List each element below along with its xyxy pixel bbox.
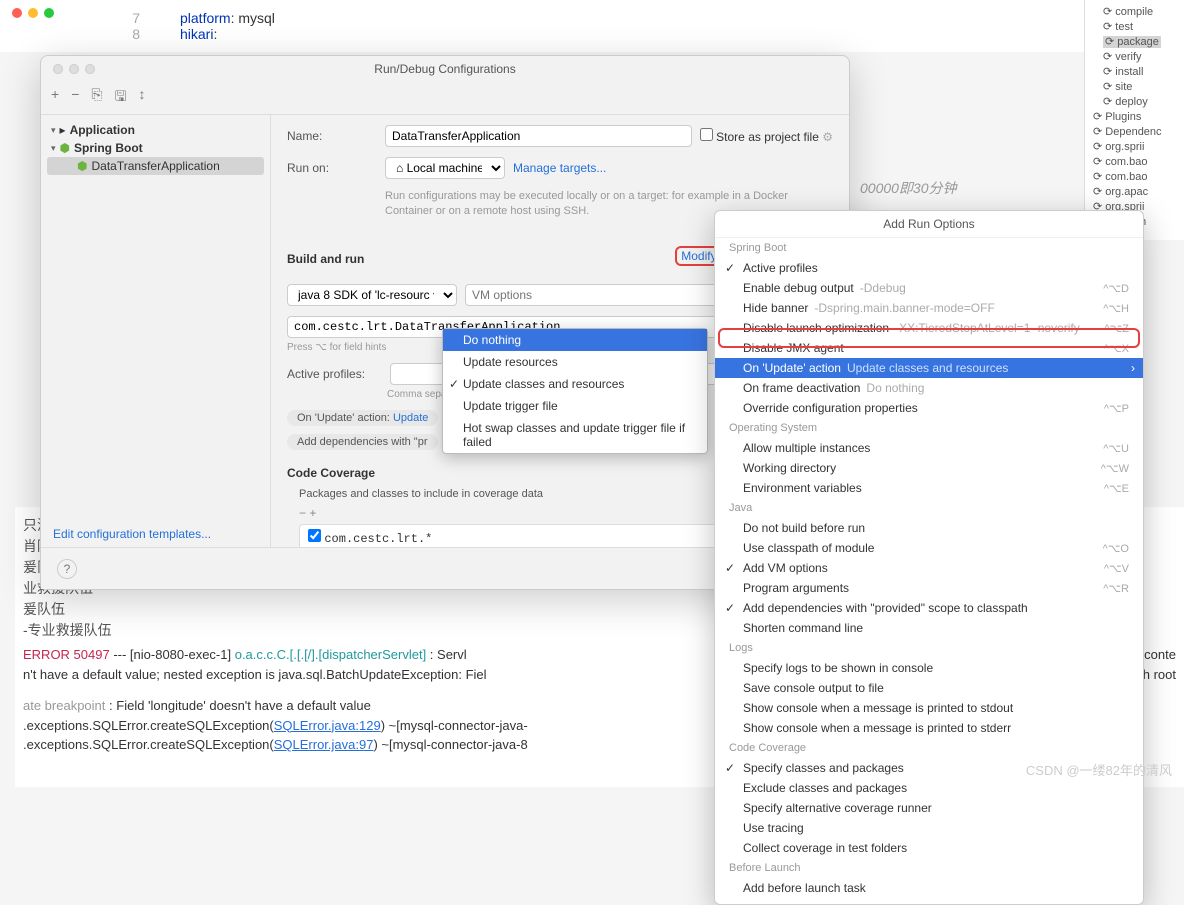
add-icon[interactable]: +: [51, 86, 59, 110]
option-item[interactable]: Specify alternative coverage runner: [715, 798, 1143, 818]
dropdown-item[interactable]: ✓Update classes and resources: [443, 373, 707, 395]
copy-icon[interactable]: ⎘: [91, 86, 102, 110]
option-item[interactable]: Collect coverage in test folders: [715, 838, 1143, 858]
maven-tree-item[interactable]: ⟳ deploy: [1089, 94, 1180, 109]
code-editor: 7platform: mysql 8hikari:: [0, 0, 1184, 52]
option-item[interactable]: ✓Add VM options^⌥V: [715, 558, 1143, 578]
option-item[interactable]: Save console output to file: [715, 678, 1143, 698]
section-label: Before Launch: [715, 858, 1143, 878]
add-deps-pill[interactable]: Add dependencies with "pr: [287, 434, 438, 450]
save-icon[interactable]: 🖫: [115, 86, 127, 110]
section-label: Operating System: [715, 418, 1143, 438]
option-item[interactable]: Environment variables^⌥E: [715, 478, 1143, 498]
option-item[interactable]: ✓Add dependencies with "provided" scope …: [715, 598, 1143, 618]
expand-icon[interactable]: ↕: [139, 86, 146, 110]
option-item[interactable]: Program arguments^⌥R: [715, 578, 1143, 598]
maven-tree-item[interactable]: ⟳ compile: [1089, 4, 1180, 19]
dialog-title: Run/Debug Configurations: [41, 62, 849, 76]
add-icon[interactable]: +: [309, 506, 316, 520]
bg-timeout-text: 00000即30分钟: [860, 178, 957, 198]
folder-icon: ▸: [60, 123, 66, 137]
remove-icon[interactable]: −: [299, 506, 306, 520]
maven-tree-item[interactable]: ⟳ org.apac: [1089, 184, 1180, 199]
option-item[interactable]: Disable JMX agent^⌥X: [715, 338, 1143, 358]
option-item[interactable]: Use tracing: [715, 818, 1143, 838]
option-item[interactable]: Override configuration properties^⌥P: [715, 398, 1143, 418]
section-label: Logs: [715, 638, 1143, 658]
maven-tree-item[interactable]: ⟳ install: [1089, 64, 1180, 79]
option-item[interactable]: Disable launch optimization-XX:TieredSto…: [715, 318, 1143, 338]
gear-icon[interactable]: ⚙: [822, 130, 833, 144]
option-item[interactable]: Allow multiple instances^⌥U: [715, 438, 1143, 458]
runon-label: Run on:: [287, 161, 377, 175]
maven-tree-item[interactable]: ⟳ site: [1089, 79, 1180, 94]
maven-tree-item[interactable]: ⟳ org.sprii: [1089, 139, 1180, 154]
option-item[interactable]: Show console when a message is printed t…: [715, 698, 1143, 718]
watermark: CSDN @一缕82年的清风: [1026, 760, 1172, 779]
maven-tree-item[interactable]: ⟳ package: [1089, 34, 1180, 49]
build-section-title: Build and run: [287, 252, 364, 266]
section-label: Java: [715, 498, 1143, 518]
spring-icon: ⬢: [60, 141, 70, 155]
maven-tree-item[interactable]: ⟳ test: [1089, 19, 1180, 34]
dropdown-item[interactable]: Hot swap classes and update trigger file…: [443, 417, 707, 453]
remove-icon[interactable]: −: [71, 86, 79, 110]
option-item[interactable]: Shorten command line: [715, 618, 1143, 638]
dropdown-item[interactable]: Update resources: [443, 351, 707, 373]
config-tree[interactable]: ▾ ▸ Application ▾ ⬢ Spring Boot ⬢ DataTr…: [41, 115, 271, 558]
option-item[interactable]: Hide banner-Dspring.main.banner-mode=OFF…: [715, 298, 1143, 318]
spring-icon: ⬢: [77, 159, 87, 173]
update-action-dropdown[interactable]: Do nothingUpdate resources✓Update classe…: [442, 328, 708, 454]
option-item[interactable]: Do not build before run: [715, 518, 1143, 538]
maven-tree-item[interactable]: ⟳ Plugins: [1089, 109, 1180, 124]
store-checkbox[interactable]: [700, 128, 713, 141]
option-item[interactable]: Add before launch task: [715, 878, 1143, 898]
dropdown-item[interactable]: Do nothing: [443, 329, 707, 351]
maven-tree: ⟳ compile⟳ test⟳ package⟳ verify⟳ instal…: [1084, 0, 1184, 240]
add-run-options-panel: Add Run Options Spring Boot✓Active profi…: [714, 210, 1144, 905]
section-label: Code Coverage: [715, 738, 1143, 758]
config-item-selected[interactable]: ⬢ DataTransferApplication: [47, 157, 264, 175]
option-item[interactable]: Working directory^⌥W: [715, 458, 1143, 478]
coverage-item-check[interactable]: [308, 529, 321, 542]
help-icon[interactable]: ?: [57, 559, 77, 579]
jdk-select[interactable]: java 8 SDK of 'lc-resourc ▾: [287, 284, 457, 306]
options-panel-title: Add Run Options: [715, 211, 1143, 238]
manage-targets-link[interactable]: Manage targets...: [513, 161, 606, 175]
runon-select[interactable]: ⌂ Local machine: [385, 157, 505, 179]
dialog-toolbar: + − ⎘ 🖫 ↕: [41, 82, 849, 115]
option-item[interactable]: ✓Active profiles: [715, 258, 1143, 278]
section-label: Spring Boot: [715, 238, 1143, 258]
maven-tree-item[interactable]: ⟳ verify: [1089, 49, 1180, 64]
window-traffic-lights: [12, 8, 54, 18]
dropdown-item[interactable]: Update trigger file: [443, 395, 707, 417]
option-item[interactable]: On frame deactivationDo nothing: [715, 378, 1143, 398]
profiles-label: Active profiles:: [287, 367, 382, 381]
name-input[interactable]: [385, 125, 692, 147]
option-item[interactable]: Specify logs to be shown in console: [715, 658, 1143, 678]
option-item[interactable]: Show console when a message is printed t…: [715, 718, 1143, 738]
on-update-pill[interactable]: On 'Update' action: Update: [287, 410, 438, 426]
name-label: Name:: [287, 129, 377, 143]
option-item[interactable]: Use classpath of module^⌥O: [715, 538, 1143, 558]
maven-tree-item[interactable]: ⟳ com.bao: [1089, 154, 1180, 169]
option-item[interactable]: On 'Update' actionUpdate classes and res…: [715, 358, 1143, 378]
option-item[interactable]: Enable debug output-Ddebug^⌥D: [715, 278, 1143, 298]
maven-tree-item[interactable]: ⟳ com.bao: [1089, 169, 1180, 184]
maven-tree-item[interactable]: ⟳ Dependenc: [1089, 124, 1180, 139]
edit-templates-link[interactable]: Edit configuration templates...: [53, 527, 211, 541]
option-item[interactable]: Exclude classes and packages: [715, 778, 1143, 798]
